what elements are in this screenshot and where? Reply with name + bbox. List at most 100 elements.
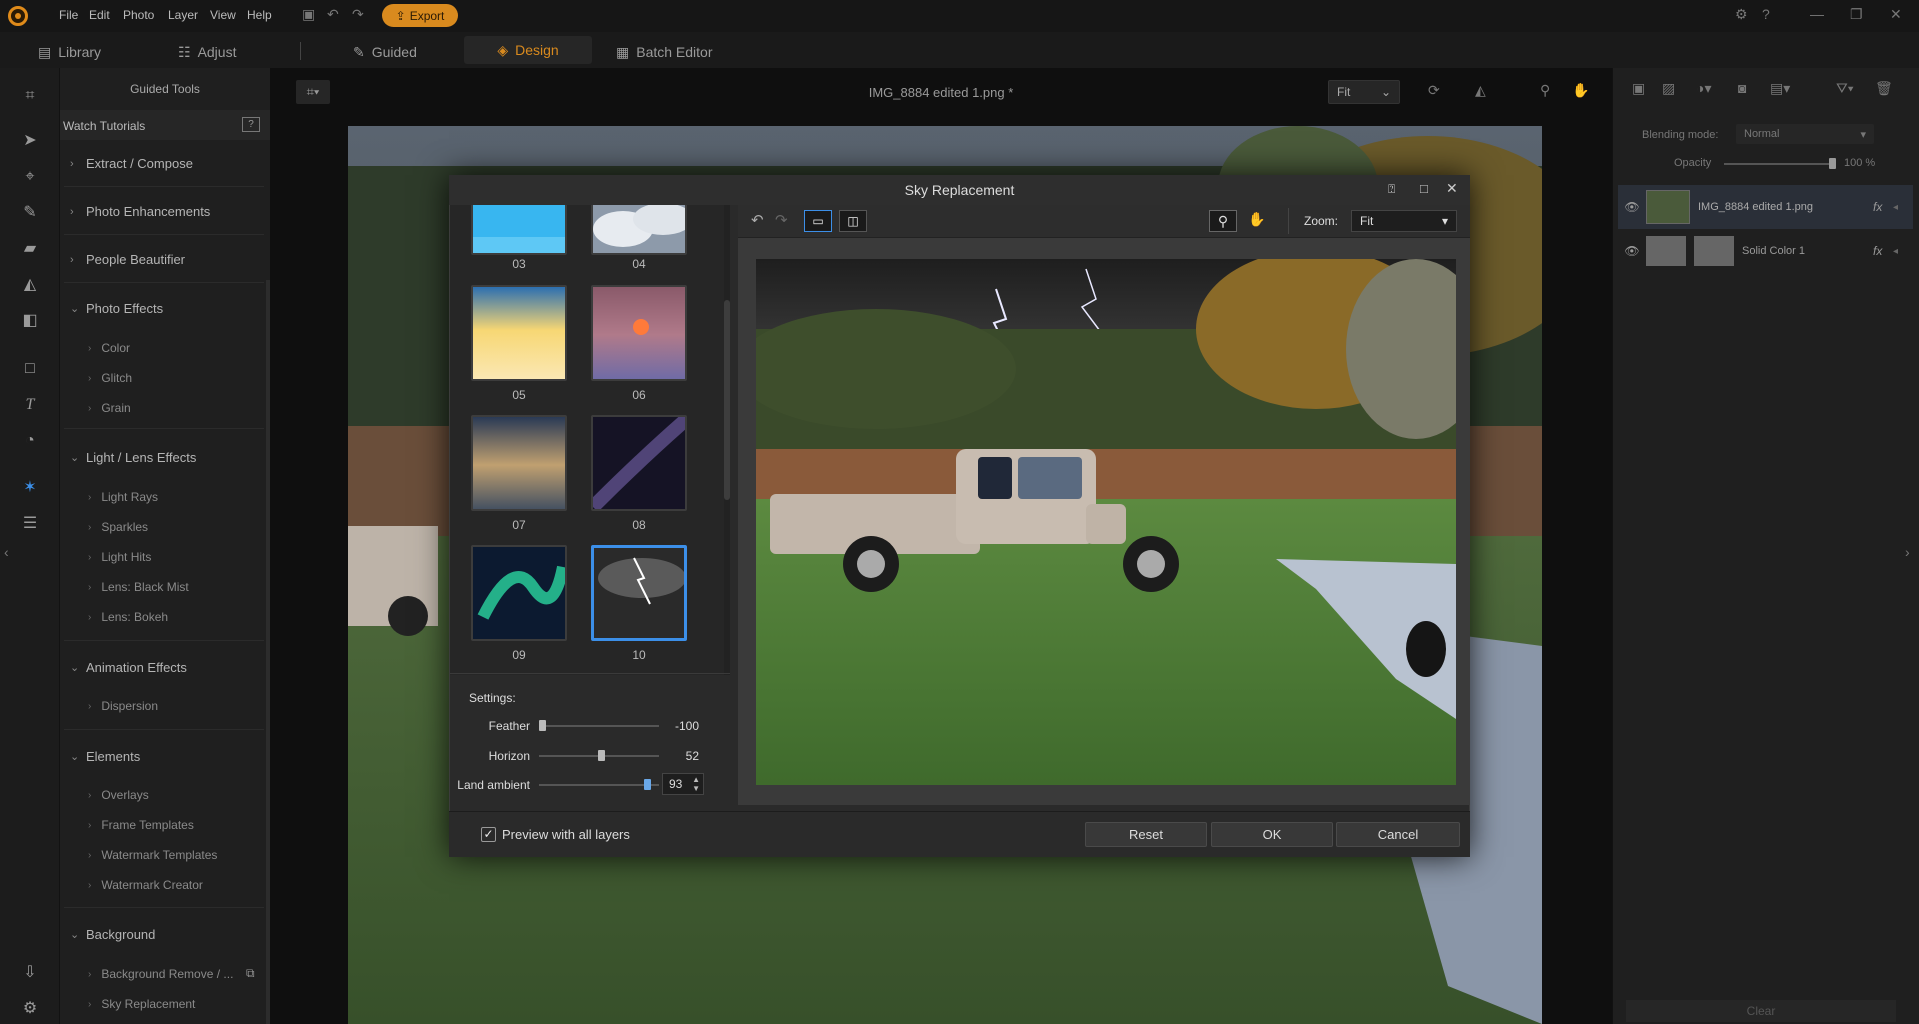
preview-image[interactable] (756, 259, 1456, 785)
tool-watermark-creator[interactable]: › Watermark Creator (88, 878, 203, 892)
section-background[interactable]: ⌄ Background (64, 911, 264, 957)
select-arrow-icon[interactable]: ➤ (20, 131, 40, 151)
visibility-eye-icon[interactable]: 👁 (1618, 244, 1646, 258)
tool-color[interactable]: › Color (88, 341, 130, 355)
smart-brush-icon[interactable]: ⌖ (20, 167, 40, 187)
collapse-left-icon[interactable]: ‹ (4, 544, 9, 560)
sky-thumb-08[interactable] (591, 415, 687, 511)
feather-slider[interactable] (539, 725, 659, 727)
menu-photo[interactable]: Photo (123, 8, 154, 22)
section-people-beautifier[interactable]: › People Beautifier (64, 237, 264, 283)
mask-icon[interactable]: ◔ (20, 431, 40, 451)
tool-sky-replacement[interactable]: › Sky Replacement (88, 997, 195, 1011)
section-extract-compose[interactable]: › Extract / Compose (64, 141, 264, 187)
tool-glitch[interactable]: › Glitch (88, 371, 132, 385)
flip-icon[interactable]: ◭ (1475, 82, 1486, 99)
section-light-lens-effects[interactable]: ⌄ Light / Lens Effects (64, 434, 264, 480)
menu-help[interactable]: Help (247, 8, 272, 22)
sky-thumb-06[interactable] (591, 285, 687, 381)
save-icon[interactable]: ▣ (302, 6, 315, 23)
expand-icon[interactable]: ◂ (1893, 202, 1913, 213)
tools-settings-icon[interactable]: ⚙ (20, 999, 40, 1019)
sky-thumb-04[interactable] (591, 205, 687, 255)
dialog-help-icon[interactable]: ⍰ (1388, 182, 1395, 197)
close-icon[interactable]: ✕ (1890, 6, 1902, 23)
import-icon[interactable]: ⇩ (20, 963, 40, 983)
section-animation-effects[interactable]: ⌄ Animation Effects (64, 644, 264, 690)
export-button[interactable]: ⇪ Export (382, 4, 458, 27)
tool-watermark-templates[interactable]: › Watermark Templates (88, 848, 217, 862)
fx-icon[interactable]: fx (1873, 244, 1893, 258)
opacity-knob[interactable] (1829, 158, 1836, 169)
minimize-icon[interactable]: — (1810, 6, 1824, 22)
sliders-icon[interactable]: ☰ (20, 514, 40, 534)
sky-list-scroll-thumb[interactable] (724, 300, 730, 500)
help-icon[interactable]: ? (1762, 6, 1770, 22)
crop-icon[interactable]: ⌗ (20, 86, 40, 106)
settings-icon[interactable]: ⚙ (1735, 6, 1748, 23)
filter-icon[interactable]: ⛛▾ (1836, 80, 1854, 97)
zoom-tool-icon[interactable]: ⚲ (1209, 210, 1237, 232)
visibility-eye-icon[interactable]: 👁 (1618, 200, 1646, 214)
sky-thumb-05[interactable] (471, 285, 567, 381)
collapse-right-icon[interactable]: › (1905, 544, 1910, 560)
section-photo-enhancements[interactable]: › Photo Enhancements (64, 189, 264, 235)
tab-design[interactable]: ◈ Design (464, 36, 592, 64)
restore-icon[interactable]: ❐ (1850, 6, 1863, 23)
fx-icon[interactable]: fx (1873, 200, 1893, 214)
brush-icon[interactable]: ✎ (20, 203, 40, 223)
undo-icon[interactable]: ↶ (751, 211, 764, 229)
ok-button[interactable]: OK (1211, 822, 1333, 847)
layer-row[interactable]: 👁 IMG_8884 edited 1.png fx ◂ (1618, 185, 1913, 229)
tool-grain[interactable]: › Grain (88, 401, 131, 415)
pan-hand-icon[interactable]: ✋ (1248, 211, 1265, 228)
fill-bucket-icon[interactable]: ◭ (20, 275, 40, 295)
undo-icon[interactable]: ↶ (327, 6, 339, 23)
tab-batch-editor[interactable]: ▦ Batch Editor (616, 40, 713, 64)
menu-view[interactable]: View (210, 8, 236, 22)
tool-overlays[interactable]: › Overlays (88, 788, 149, 802)
menu-file[interactable]: File (59, 8, 78, 22)
menu-edit[interactable]: Edit (89, 8, 110, 22)
redo-icon[interactable]: ↷ (352, 6, 364, 23)
land-ambient-slider[interactable] (539, 784, 659, 786)
shape-icon[interactable]: □ (20, 359, 40, 379)
tool-light-hits[interactable]: › Light Hits (88, 550, 151, 564)
sky-thumb-10[interactable] (591, 545, 687, 641)
menu-layer[interactable]: Layer (168, 8, 198, 22)
text-tool-icon[interactable]: T (20, 395, 40, 415)
cancel-button[interactable]: Cancel (1336, 822, 1460, 847)
tool-frame-templates[interactable]: › Frame Templates (88, 818, 194, 832)
zoom-select[interactable]: Fit ▾ (1351, 210, 1457, 232)
spin-arrows-icon[interactable]: ▲ ▼ (692, 775, 700, 793)
hand-icon[interactable]: ✋ (1572, 82, 1589, 99)
adjustment-layer-icon[interactable]: ◑▾ (1696, 80, 1711, 97)
zoom-icon[interactable]: ⚲ (1540, 82, 1550, 99)
expand-icon[interactable]: ◂ (1893, 246, 1913, 257)
new-window-icon[interactable]: ⧉ (246, 966, 255, 981)
add-image-layer-icon[interactable]: ▨ (1662, 80, 1675, 97)
rotate-icon[interactable]: ⟳ (1428, 82, 1440, 99)
land-ambient-spinbox[interactable]: 93 ▲ ▼ (662, 773, 704, 795)
tab-guided[interactable]: ✎ Guided (353, 40, 417, 64)
add-layer-icon[interactable]: ▣ (1632, 80, 1645, 97)
land-ambient-knob[interactable] (644, 779, 652, 790)
tool-dispersion[interactable]: › Dispersion (88, 699, 158, 713)
clear-button[interactable]: Clear (1626, 1000, 1896, 1022)
tab-adjust[interactable]: ☷ Adjust (178, 40, 236, 64)
sky-thumb-09[interactable] (471, 545, 567, 641)
tool-lens-bokeh[interactable]: › Lens: Bokeh (88, 610, 168, 624)
sky-thumb-07[interactable] (471, 415, 567, 511)
feather-knob[interactable] (539, 720, 546, 731)
layer-mask-icon[interactable]: ◙ (1738, 80, 1746, 96)
redo-icon[interactable]: ↷ (775, 211, 788, 229)
opacity-slider[interactable] (1724, 163, 1836, 165)
tool-lens-black-mist[interactable]: › Lens: Black Mist (88, 580, 189, 594)
single-view-icon[interactable]: ▭ (804, 210, 832, 232)
tool-light-rays[interactable]: › Light Rays (88, 490, 158, 504)
section-elements[interactable]: ⌄ Elements (64, 733, 264, 779)
layer-row[interactable]: 👁 Solid Color 1 fx ◂ (1618, 229, 1913, 273)
sky-thumb-03[interactable] (471, 205, 567, 255)
canvas-zoom-select[interactable]: Fit ⌄ (1328, 80, 1400, 104)
tool-sparkles[interactable]: › Sparkles (88, 520, 148, 534)
